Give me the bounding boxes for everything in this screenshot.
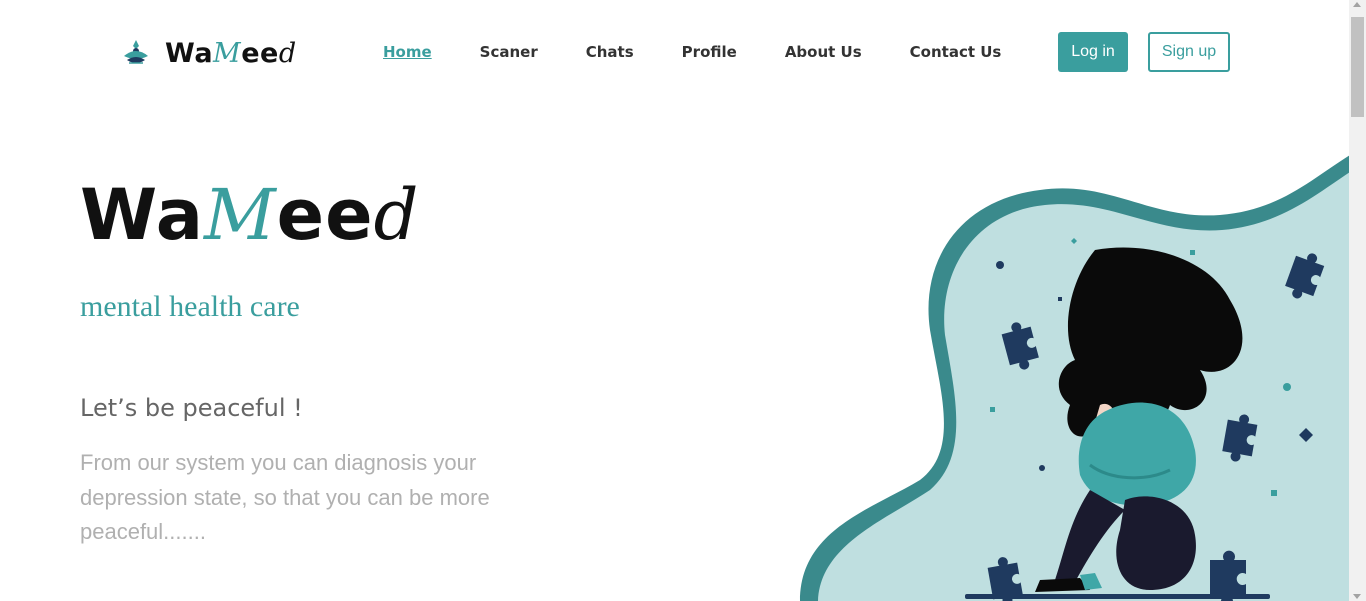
nav-chats[interactable]: Chats [586, 43, 634, 61]
hero-subtitle: mental health care [80, 290, 300, 323]
site-logo[interactable]: WaMeed [119, 36, 297, 70]
nav-scaner[interactable]: Scaner [480, 43, 538, 61]
scroll-up-arrow-icon[interactable] [1353, 2, 1361, 7]
signup-button[interactable]: Sign up [1148, 32, 1230, 72]
nav-about-us[interactable]: About Us [785, 43, 862, 61]
hero-title: WaMeed [80, 174, 420, 256]
lotus-meditation-icon [124, 40, 148, 64]
scroll-down-arrow-icon[interactable] [1353, 594, 1361, 599]
nav-contact-us[interactable]: Contact Us [910, 43, 1002, 61]
nav-profile[interactable]: Profile [682, 43, 737, 61]
nav-home[interactable]: Home [383, 43, 432, 61]
scroll-thumb[interactable] [1351, 17, 1364, 117]
logo-text: WaMeed [165, 37, 297, 69]
page-scrollbar[interactable] [1349, 0, 1366, 601]
hero-description: From our system you can diagnosis your d… [80, 450, 490, 544]
main-nav: Home Scaner Chats Profile About Us Conta… [383, 43, 1049, 61]
sad-girl-illustration [800, 155, 1350, 601]
login-button[interactable]: Log in [1058, 32, 1128, 72]
hero-tagline: Let’s be peaceful ! [80, 394, 303, 422]
